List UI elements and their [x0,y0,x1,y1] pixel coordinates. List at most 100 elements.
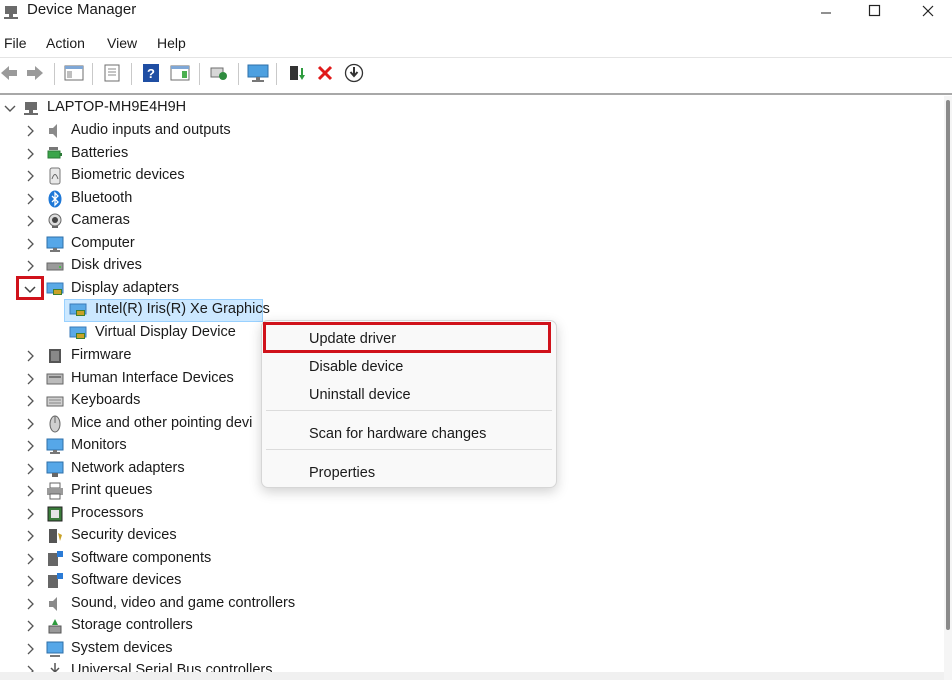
tree-root-label: LAPTOP-MH9E4H9H [47,99,187,115]
forward-button[interactable] [24,62,46,84]
back-icon [1,66,17,80]
chevron-right-icon[interactable] [22,506,38,522]
chevron-right-icon[interactable] [22,258,38,274]
properties-button[interactable] [101,62,123,84]
chevron-right-icon[interactable] [22,371,38,387]
menu-separator [266,449,552,450]
tree-item-audio-inputs-and-outputs[interactable]: Audio inputs and outputs [0,120,940,142]
tree-item-label: Sound, video and game controllers [71,595,296,611]
download-toolbar-button[interactable] [343,62,365,84]
highlight-update-driver-box [263,322,551,353]
tree-item-label: Computer [71,235,135,251]
toolbar-separator [92,63,93,85]
minimize-button[interactable] [803,0,849,22]
tree-item-label: Print queues [71,482,153,498]
uninstall-device-menu-item[interactable]: Uninstall device [262,381,556,409]
console-tree-button[interactable] [63,62,85,84]
window-title: Device Manager [27,1,137,18]
menu-action[interactable]: Action [46,35,85,51]
tree-item-label: Bluetooth [71,190,133,206]
chevron-right-icon[interactable] [22,123,38,139]
chevron-right-icon[interactable] [22,596,38,612]
update-driver-toolbar-button[interactable] [286,62,308,84]
chevron-right-icon[interactable] [22,236,38,252]
sound-icon [49,597,57,611]
chevron-right-icon[interactable] [22,528,38,544]
network-icon [46,461,64,477]
menu-view[interactable]: View [107,35,137,51]
menu-item-label: Properties [309,465,376,481]
chevron-right-icon[interactable] [22,213,38,229]
tree-item-sound-video-and-game-controllers[interactable]: Sound, video and game controllers [0,593,940,615]
toolbar-separator [238,63,239,85]
camera-icon [48,213,62,228]
update-driver-icon [290,66,305,80]
help-button[interactable]: ? [140,62,162,84]
chevron-right-icon[interactable] [22,393,38,409]
tree-item-label: System devices [71,640,173,656]
close-button[interactable] [905,0,951,22]
chevron-right-icon[interactable] [22,573,38,589]
chevron-right-icon[interactable] [22,191,38,207]
tree-item-biometric-devices[interactable]: Biometric devices [0,165,940,187]
display-adapter-icon [46,282,64,295]
tree-item-software-components[interactable]: Software components [0,548,940,570]
menu-help[interactable]: Help [157,35,186,51]
tree-item-label: Storage controllers [71,617,193,633]
scrollbar-thumb[interactable] [946,100,950,630]
horizontal-scrollbar[interactable] [0,672,944,680]
chevron-right-icon[interactable] [22,551,38,567]
tree-item-label: Mice and other pointing devi [71,415,253,431]
action-pane-button[interactable] [169,62,191,84]
tree-item-disk-drives[interactable]: Disk drives [0,255,940,277]
chevron-right-icon[interactable] [22,461,38,477]
content-top-border [0,93,952,95]
tree-item-label: Display adapters [71,280,179,296]
uninstall-toolbar-button[interactable] [314,62,336,84]
software-component-icon [48,551,63,566]
tree-item-bluetooth[interactable]: Bluetooth [0,188,940,210]
back-button[interactable] [0,62,20,84]
chevron-right-icon[interactable] [22,146,38,162]
chevron-right-icon[interactable] [22,348,38,364]
tree-item-display-adapters[interactable]: Display adapters [0,278,940,300]
tree-item-security-devices[interactable]: Security devices [0,525,940,547]
scan-hardware-menu-item[interactable]: Scan for hardware changes [262,420,556,448]
menu-separator [266,410,552,411]
tree-item-batteries[interactable]: Batteries [0,143,940,165]
tree-item-label: Network adapters [71,460,185,476]
toolbar-separator [54,63,55,85]
chevron-right-icon[interactable] [22,483,38,499]
battery-icon [47,147,62,159]
chevron-right-icon[interactable] [22,641,38,657]
tree-root[interactable]: LAPTOP-MH9E4H9H [0,97,940,119]
tree-item-label: Processors [71,505,144,521]
properties-menu-item[interactable]: Properties [262,459,556,487]
chevron-right-icon[interactable] [22,618,38,634]
menu-file[interactable]: File [4,35,27,51]
menu-item-label: Scan for hardware changes [309,426,487,442]
show-hide-console-tree-icon [64,65,84,81]
tree-item-label: Monitors [71,437,127,453]
tree-item-processors[interactable]: Processors [0,503,940,525]
maximize-button[interactable] [852,0,898,22]
tree-item-computer[interactable]: Computer [0,233,940,255]
tree-item-cameras[interactable]: Cameras [0,210,940,232]
tree-item-system-devices[interactable]: System devices [0,638,940,660]
printer-icon [47,482,63,500]
chevron-right-icon[interactable] [22,438,38,454]
disable-device-menu-item[interactable]: Disable device [262,353,556,381]
chevron-right-icon[interactable] [22,416,38,432]
help-icon: ? [143,64,159,82]
tree-item-storage-controllers[interactable]: Storage controllers [0,615,940,637]
tree-item-software-devices[interactable]: Software devices [0,570,940,592]
tree-child-intel-graphics[interactable]: Intel(R) Iris(R) Xe Graphics [0,299,940,321]
svg-text:?: ? [147,66,155,81]
scan-hardware-button[interactable] [208,62,230,84]
monitor-button[interactable] [247,62,269,84]
mouse-icon [49,415,61,433]
chevron-down-icon[interactable] [2,100,18,116]
title-bar: Device Manager [0,0,952,30]
computer-icon [46,236,64,252]
chevron-right-icon[interactable] [22,168,38,184]
